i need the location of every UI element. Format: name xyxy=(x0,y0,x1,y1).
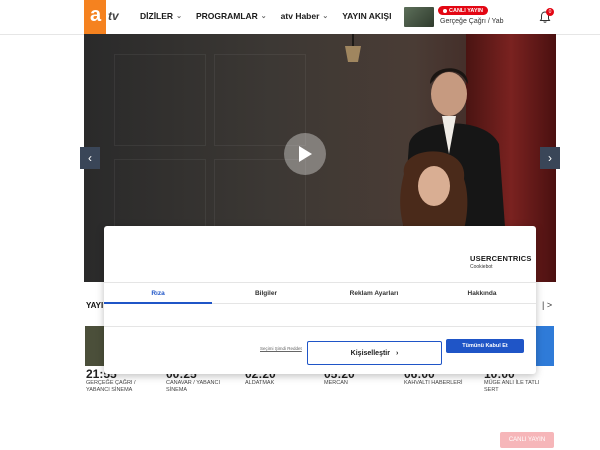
logo-wordmark: tv xyxy=(108,9,119,23)
play-icon xyxy=(299,146,312,162)
nav-item-programlar[interactable]: PROGRAMLAR ⌄ xyxy=(196,11,267,21)
live-badge[interactable]: CANLI YAYIN xyxy=(438,6,489,15)
tab-bilgiler[interactable]: Bilgiler xyxy=(212,283,320,303)
nav-item-yayin-akisi[interactable]: YAYIN AKIŞI xyxy=(342,11,391,21)
wall-lamp-decor xyxy=(345,34,361,62)
schedule-next-arrow[interactable]: | > xyxy=(542,300,552,310)
nav-item-diziler[interactable]: DİZİLER ⌄ xyxy=(140,11,182,21)
play-button[interactable] xyxy=(284,133,326,175)
notification-count-badge: 0 xyxy=(546,8,554,16)
floating-live-button[interactable]: CANLI YAYIN xyxy=(500,432,554,448)
nav-item-label: PROGRAMLAR xyxy=(195,11,258,21)
accept-all-button[interactable]: Tümünü Kabul Et xyxy=(446,339,524,353)
chevron-down-icon: ⌄ xyxy=(176,13,182,20)
live-program-title[interactable]: Gerçeğe Çağrı / Yab xyxy=(440,18,504,25)
consent-tabs: Rıza Bilgiler Reklam Ayarları Hakkında xyxy=(104,282,536,304)
nav-item-label: DİZİLER xyxy=(140,11,174,21)
nav-item-label: atv Haber xyxy=(280,11,320,21)
customize-button-label: Kişiselleştir xyxy=(350,349,390,357)
tab-riza[interactable]: Rıza xyxy=(104,283,212,304)
usercentrics-logo: USERCENTRICS xyxy=(470,254,532,263)
tab-hakkinda[interactable]: Hakkında xyxy=(428,283,536,303)
schedule-program-name[interactable]: MERCAN xyxy=(324,380,394,387)
chevron-down-icon: ⌄ xyxy=(322,13,329,20)
schedule-program-name[interactable]: CANAVAR / YABANCI SİNEMA xyxy=(166,380,236,394)
schedule-thumbnail[interactable] xyxy=(85,326,105,366)
schedule-thumbnail[interactable] xyxy=(536,326,554,366)
schedule-title: YAYI xyxy=(86,301,104,310)
cookiebot-label: Cookiebot xyxy=(470,264,493,270)
cookie-consent-dialog: USERCENTRICS Cookiebot Rıza Bilgiler Rek… xyxy=(104,226,536,374)
deny-link[interactable]: Seçimi Şimdi Reddet xyxy=(260,346,302,351)
chevron-down-icon: ⌄ xyxy=(260,13,267,20)
divider xyxy=(104,326,536,327)
schedule-program-name[interactable]: KAHVALTI HABERLERİ xyxy=(404,380,474,387)
tab-reklam-ayarlari[interactable]: Reklam Ayarları xyxy=(320,283,428,303)
schedule-program-name[interactable]: MÜGE ANLI İLE TATLI SERT xyxy=(484,380,554,394)
main-nav: DİZİLER ⌄ PROGRAMLAR ⌄ atv Haber ⌄ YAYIN… xyxy=(140,11,391,21)
schedule-program-name[interactable]: GERÇEĞE ÇAĞRI / YABANCI SİNEMA xyxy=(86,380,156,394)
live-badge-label: CANLI YAYIN xyxy=(449,7,484,14)
hero-next-button[interactable]: › xyxy=(540,147,560,169)
site-header: a tv DİZİLER ⌄ PROGRAMLAR ⌄ atv Haber ⌄ … xyxy=(0,0,600,35)
live-thumbnail[interactable] xyxy=(404,7,434,27)
logo-mark: a xyxy=(90,4,101,26)
wall-panel xyxy=(114,54,206,146)
nav-item-atv-haber[interactable]: atv Haber ⌄ xyxy=(281,11,329,21)
schedule-program-name[interactable]: ALDATMAK xyxy=(245,380,315,387)
atv-logo[interactable]: a tv xyxy=(84,0,128,34)
live-dot-icon xyxy=(443,8,447,13)
customize-button[interactable]: Kişiselleştir › xyxy=(307,341,442,365)
nav-item-label: YAYIN AKIŞI xyxy=(342,11,392,21)
hero-prev-button[interactable]: ‹ xyxy=(80,147,100,169)
wall-panel xyxy=(214,54,306,146)
chevron-right-icon: › xyxy=(395,349,399,357)
